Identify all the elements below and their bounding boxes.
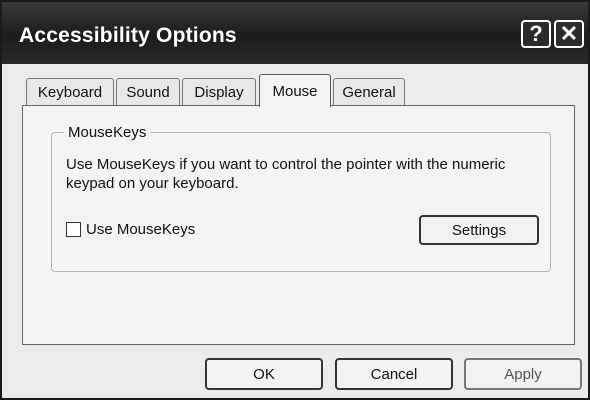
use-mousekeys-checkbox[interactable] bbox=[66, 222, 81, 237]
use-mousekeys-label[interactable]: Use MouseKeys bbox=[86, 221, 195, 238]
cancel-button[interactable]: Cancel bbox=[335, 358, 453, 390]
tab-sound[interactable]: Sound bbox=[116, 78, 180, 106]
settings-button[interactable]: Settings bbox=[419, 215, 539, 245]
accessibility-options-dialog: Accessibility Options ? ✕ Keyboard Sound… bbox=[0, 0, 590, 400]
tab-general[interactable]: General bbox=[333, 78, 405, 106]
help-icon: ? bbox=[529, 21, 543, 46]
tab-mouse[interactable]: Mouse bbox=[259, 74, 331, 107]
title-bar[interactable]: Accessibility Options ? ✕ bbox=[2, 2, 588, 64]
tab-display[interactable]: Display bbox=[182, 78, 256, 106]
ok-button[interactable]: OK bbox=[205, 358, 323, 390]
mousekeys-group: MouseKeys Use MouseKeys if you want to c… bbox=[51, 124, 551, 272]
help-button[interactable]: ? bbox=[521, 20, 551, 48]
tab-keyboard[interactable]: Keyboard bbox=[26, 78, 114, 106]
window-title: Accessibility Options bbox=[19, 24, 237, 47]
mousekeys-group-title: MouseKeys bbox=[64, 124, 151, 141]
mousekeys-description: Use MouseKeys if you want to control the… bbox=[66, 156, 506, 192]
close-button[interactable]: ✕ bbox=[554, 20, 584, 48]
tab-panel-mouse: MouseKeys Use MouseKeys if you want to c… bbox=[22, 105, 575, 345]
apply-button[interactable]: Apply bbox=[464, 358, 582, 390]
close-icon: ✕ bbox=[559, 21, 579, 46]
use-mousekeys-row[interactable]: Use MouseKeys bbox=[66, 221, 195, 238]
